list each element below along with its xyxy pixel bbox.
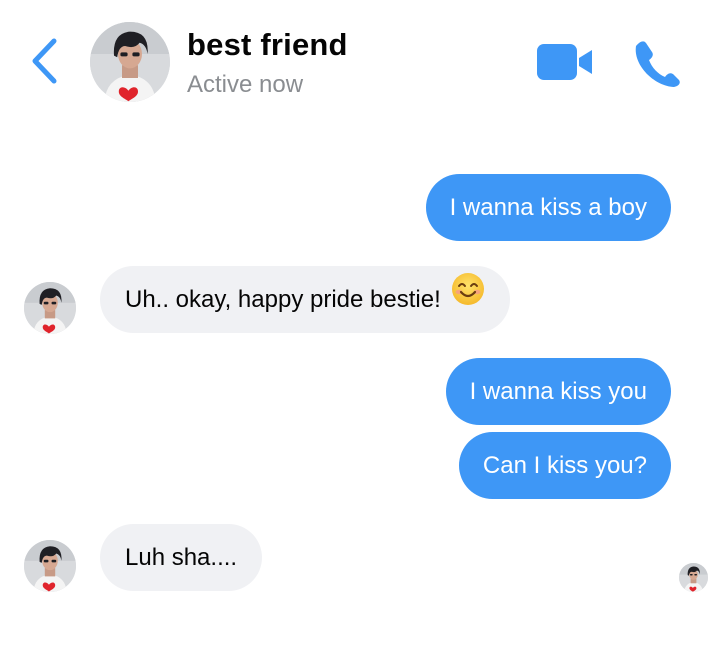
seen-indicator-avatar xyxy=(679,563,708,592)
contact-name[interactable]: best friend xyxy=(187,27,348,63)
message-text: Uh.. okay, happy pride bestie! xyxy=(125,286,441,313)
message-text: Can I kiss you? xyxy=(482,452,647,479)
message-bubble-incoming[interactable]: Uh.. okay, happy pride bestie! xyxy=(100,266,510,333)
message-bubble-incoming[interactable]: Luh sha.... xyxy=(100,524,263,591)
chevron-left-icon xyxy=(32,38,57,84)
voice-call-button[interactable] xyxy=(630,37,682,89)
contact-avatar[interactable] xyxy=(90,22,170,102)
avatar-image xyxy=(24,540,76,592)
sender-avatar[interactable] xyxy=(24,282,76,334)
sender-avatar[interactable] xyxy=(24,540,76,592)
conversation-header: best friend Active now xyxy=(0,0,720,120)
avatar-image xyxy=(90,22,170,102)
message-bubble-outgoing[interactable]: I wanna kiss a boy xyxy=(425,174,671,241)
avatar-image xyxy=(679,563,708,592)
phone-icon xyxy=(635,41,680,87)
message-bubble-outgoing[interactable]: Can I kiss you? xyxy=(458,432,671,499)
video-camera-icon xyxy=(537,44,592,80)
message-text: Luh sha.... xyxy=(125,544,238,571)
avatar-image xyxy=(24,282,76,334)
message-text: I wanna kiss you xyxy=(469,378,647,405)
back-button[interactable] xyxy=(26,36,66,86)
video-call-button[interactable] xyxy=(536,42,594,82)
smiling-face-icon xyxy=(451,265,485,332)
active-status: Active now xyxy=(187,71,304,98)
message-bubble-outgoing[interactable]: I wanna kiss you xyxy=(445,358,671,425)
message-text: I wanna kiss a boy xyxy=(449,194,647,221)
